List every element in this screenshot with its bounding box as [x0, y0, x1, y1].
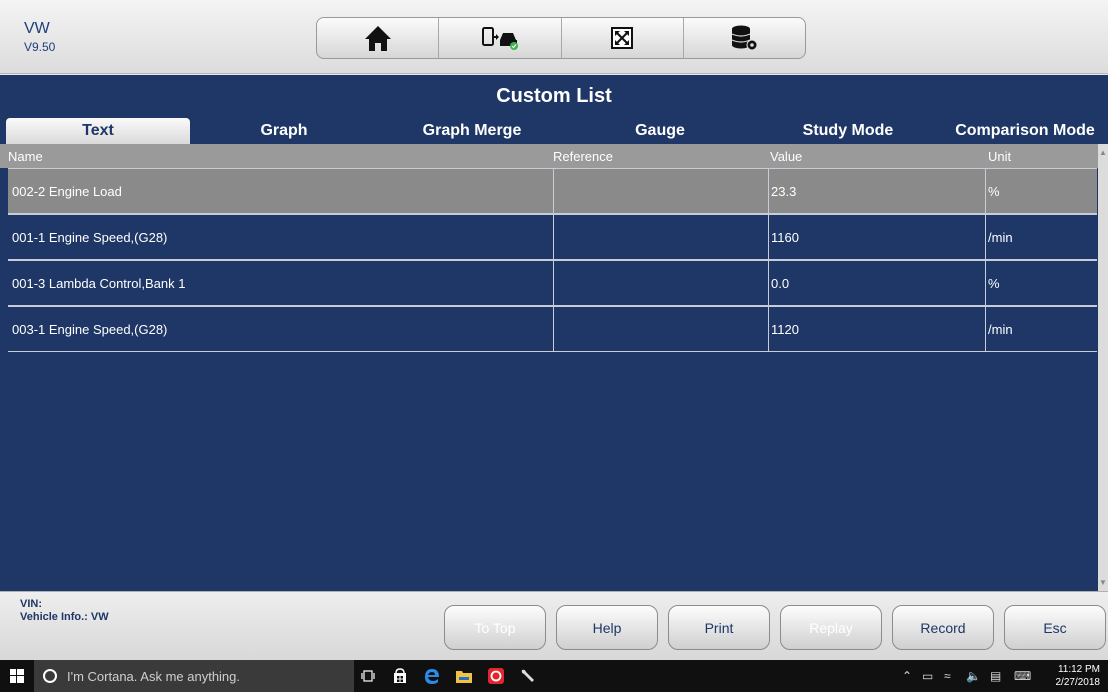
- tab-study-mode[interactable]: Study Mode: [754, 118, 942, 144]
- brand: VW V9.50: [24, 20, 55, 56]
- app-name: VW: [24, 20, 50, 37]
- clock-time: 11:12 PM: [1057, 664, 1100, 675]
- cell-unit: %: [988, 276, 1000, 291]
- tab-comparison-mode[interactable]: Comparison Mode: [942, 118, 1108, 144]
- show-hidden-icons-icon[interactable]: ⌃: [902, 669, 912, 683]
- page-title: Custom List: [0, 75, 1108, 118]
- wifi-icon[interactable]: ≈: [944, 669, 951, 683]
- vin-label: VIN:: [20, 598, 42, 610]
- cell-unit: /min: [988, 230, 1013, 245]
- col-name: Name: [8, 149, 43, 164]
- footer-bar: VIN: Vehicle Info.: VW To Top Help Print…: [0, 591, 1108, 660]
- main-toolbar: [316, 17, 806, 59]
- table-row[interactable]: 001-1 Engine Speed,(G28) 1160 /min: [8, 214, 1097, 260]
- cell-value: 1160: [771, 230, 799, 245]
- edge-browser-icon[interactable]: [422, 666, 442, 686]
- volume-icon[interactable]: 🔈: [966, 669, 981, 683]
- tab-graph[interactable]: Graph: [190, 118, 378, 144]
- database-settings-icon: [732, 25, 758, 51]
- col-value: Value: [770, 149, 803, 164]
- cell-name: 001-1 Engine Speed,(G28): [12, 230, 168, 245]
- esc-button[interactable]: Esc: [1004, 605, 1106, 650]
- app-version: V9.50: [24, 40, 56, 54]
- col-reference: Reference: [553, 149, 613, 164]
- vehicle-info: VIN: Vehicle Info.: VW: [20, 598, 109, 624]
- home-icon: [364, 26, 391, 51]
- cell-name: 003-1 Engine Speed,(G28): [12, 322, 168, 337]
- clock-date: 2/27/2018: [1055, 677, 1101, 688]
- fullscreen-button[interactable]: [562, 18, 684, 58]
- table-row[interactable]: 003-1 Engine Speed,(G28) 1120 /min: [8, 306, 1097, 352]
- tab-bar: Text Graph Graph Merge Gauge Study Mode …: [0, 118, 1108, 144]
- tab-gauge[interactable]: Gauge: [566, 118, 754, 144]
- print-button[interactable]: Print: [668, 605, 770, 650]
- task-view-icon[interactable]: [358, 666, 378, 686]
- windows-start-icon[interactable]: [10, 669, 24, 683]
- scroll-down-icon[interactable]: ▼: [1099, 578, 1107, 587]
- windows-taskbar: I'm Cortana. Ask me anything. ⌃ ▭ ≈ 🔈 ▤ …: [0, 660, 1108, 692]
- keyboard-icon[interactable]: ⌨: [1014, 669, 1031, 683]
- cortana-placeholder: I'm Cortana. Ask me anything.: [67, 669, 241, 684]
- col-unit: Unit: [988, 149, 1012, 164]
- fullscreen-icon: [611, 27, 634, 49]
- store-icon[interactable]: [390, 666, 410, 686]
- cell-value: 1120: [771, 322, 799, 337]
- system-clock[interactable]: 11:12 PM 2/27/2018: [1056, 663, 1101, 689]
- action-center-icon[interactable]: ▤: [990, 669, 1001, 683]
- vehicle-info-label: Vehicle Info.: VW: [20, 611, 109, 623]
- table-header: Name Reference Value Unit: [0, 144, 1098, 168]
- file-explorer-icon[interactable]: [454, 666, 474, 686]
- cell-name: 001-3 Lambda Control,Bank 1: [12, 276, 186, 291]
- data-stream-table: Name Reference Value Unit 002-2 Engine L…: [0, 144, 1108, 591]
- home-button[interactable]: [317, 18, 440, 58]
- app-header: VW V9.50: [0, 0, 1108, 74]
- cortana-icon: [43, 669, 57, 683]
- vehicle-connect-button[interactable]: [439, 18, 562, 58]
- table-scrollbar[interactable]: ▲ ▼: [1098, 144, 1108, 591]
- to-top-button[interactable]: To Top: [444, 605, 546, 650]
- vehicle-connect-icon: [481, 27, 518, 50]
- cell-unit: /min: [988, 322, 1013, 337]
- table-row[interactable]: 002-2 Engine Load 23.3 %: [8, 168, 1097, 214]
- tab-graph-merge[interactable]: Graph Merge: [378, 118, 566, 144]
- replay-button[interactable]: Replay: [780, 605, 882, 650]
- cell-unit: %: [988, 184, 1000, 199]
- cell-value: 0.0: [771, 276, 790, 291]
- table-row[interactable]: 001-3 Lambda Control,Bank 1 0.0 %: [8, 260, 1097, 306]
- battery-icon[interactable]: ▭: [922, 669, 933, 683]
- cell-value: 23.3: [771, 184, 797, 199]
- cell-name: 002-2 Engine Load: [12, 184, 122, 199]
- record-button[interactable]: Record: [892, 605, 994, 650]
- scroll-up-icon[interactable]: ▲: [1099, 148, 1107, 157]
- database-settings-button[interactable]: [684, 18, 805, 58]
- diagnostic-app-icon[interactable]: [486, 666, 506, 686]
- tab-text[interactable]: Text: [6, 118, 190, 144]
- help-button[interactable]: Help: [556, 605, 658, 650]
- cortana-search-box[interactable]: I'm Cortana. Ask me anything.: [34, 660, 354, 692]
- wrench-icon[interactable]: [518, 666, 538, 686]
